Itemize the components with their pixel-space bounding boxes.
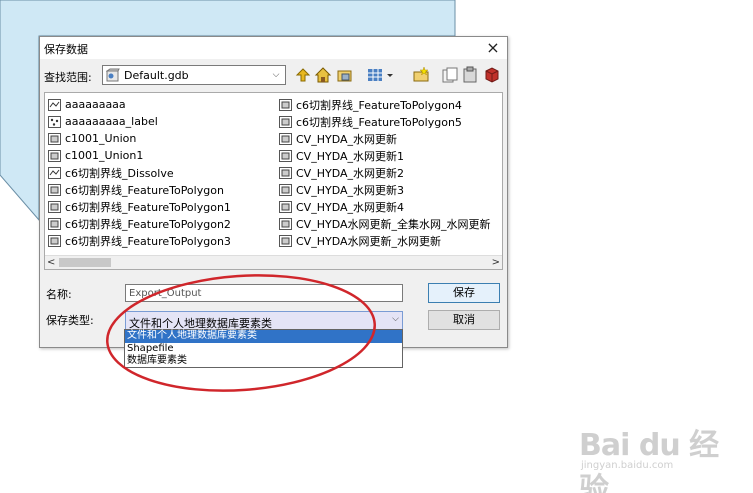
file-name: c6切割界线_FeatureToPolygon5 bbox=[296, 115, 462, 129]
file-column-1: aaaaaaaaa aaaaaaaaa_label c1001_Union c1… bbox=[48, 96, 231, 249]
dropdown-option[interactable]: 文件和个人地理数据库要素类 bbox=[125, 330, 402, 343]
polygon-feature-icon bbox=[279, 234, 292, 247]
baidu-watermark: Bai du 经验 jingyan.baidu.com bbox=[577, 420, 727, 493]
file-name: aaaaaaaaa_label bbox=[65, 115, 158, 128]
chevron-down-icon[interactable]: ⌵ bbox=[392, 314, 399, 324]
geodatabase-icon bbox=[106, 68, 120, 82]
dropdown-option[interactable]: Shapefile bbox=[125, 343, 402, 356]
file-name: c1001_Union bbox=[65, 132, 137, 145]
polygon-feature-icon bbox=[279, 115, 292, 128]
list-item[interactable]: CV_HYDA_水网更新3 bbox=[279, 181, 491, 198]
file-name: c1001_Union1 bbox=[65, 149, 144, 162]
polygon-feature-icon bbox=[279, 183, 292, 196]
file-name: CV_HYDA_水网更新4 bbox=[296, 200, 404, 214]
polygon-feature-icon bbox=[279, 98, 292, 111]
list-item[interactable]: c6切割界线_FeatureToPolygon5 bbox=[279, 113, 491, 130]
list-item[interactable]: c1001_Union1 bbox=[48, 147, 231, 164]
save-type-label: 保存类型: bbox=[46, 314, 94, 327]
scrollbar-thumb[interactable] bbox=[59, 258, 111, 267]
polygon-feature-icon bbox=[48, 132, 61, 145]
file-column-2: c6切割界线_FeatureToPolygon4 c6切割界线_FeatureT… bbox=[279, 96, 491, 249]
polygon-feature-icon bbox=[48, 217, 61, 230]
list-item[interactable]: CV_HYDA_水网更新1 bbox=[279, 147, 491, 164]
delete-icon[interactable] bbox=[483, 66, 501, 84]
file-name: c6切割界线_Dissolve bbox=[65, 166, 174, 180]
connect-folder-icon[interactable] bbox=[336, 66, 354, 84]
list-item[interactable]: aaaaaaaaa bbox=[48, 96, 231, 113]
list-item[interactable]: c6切割界线_FeatureToPolygon2 bbox=[48, 215, 231, 232]
dialog-title: 保存数据 bbox=[44, 43, 88, 56]
polygon-feature-icon bbox=[279, 132, 292, 145]
polygon-feature-icon bbox=[279, 166, 292, 179]
home-icon[interactable] bbox=[314, 66, 332, 84]
save-data-dialog: 保存数据 × 查找范围: Default.gdb ⌵ aaaaaaaaa aaa… bbox=[39, 36, 508, 348]
polygon-feature-icon bbox=[279, 217, 292, 230]
line-feature-icon bbox=[48, 98, 61, 111]
file-name: CV_HYDA_水网更新 bbox=[296, 132, 397, 146]
list-item[interactable]: c6切割界线_FeatureToPolygon4 bbox=[279, 96, 491, 113]
copy-icon[interactable] bbox=[441, 66, 459, 84]
look-in-value: Default.gdb bbox=[124, 69, 189, 82]
save-type-select[interactable]: 文件和个人地理数据库要素类 ⌵ bbox=[125, 311, 403, 330]
list-item[interactable]: CV_HYDA_水网更新 bbox=[279, 130, 491, 147]
file-name: c6切割界线_FeatureToPolygon bbox=[65, 183, 224, 197]
polygon-feature-icon bbox=[279, 149, 292, 162]
list-item[interactable]: c6切割界线_FeatureToPolygon3 bbox=[48, 232, 231, 249]
close-button[interactable]: × bbox=[483, 38, 503, 58]
list-item[interactable]: CV_HYDA水网更新_全集水网_水网更新 bbox=[279, 215, 491, 232]
name-label: 名称: bbox=[46, 288, 72, 301]
list-item[interactable]: aaaaaaaaa_label bbox=[48, 113, 231, 130]
file-name: CV_HYDA_水网更新2 bbox=[296, 166, 404, 180]
look-in-combo[interactable]: Default.gdb ⌵ bbox=[102, 65, 286, 85]
point-feature-icon bbox=[48, 115, 61, 128]
file-name: c6切割界线_FeatureToPolygon4 bbox=[296, 98, 462, 112]
dialog-titlebar: 保存数据 × bbox=[40, 37, 507, 59]
polygon-feature-icon bbox=[48, 200, 61, 213]
view-grid-icon[interactable] bbox=[366, 66, 384, 84]
horizontal-scrollbar[interactable]: < > bbox=[45, 255, 502, 269]
save-button[interactable]: 保存 bbox=[428, 283, 500, 303]
view-dropdown-icon[interactable] bbox=[385, 66, 395, 84]
line-feature-icon bbox=[48, 166, 61, 179]
scroll-left-button[interactable]: < bbox=[47, 257, 55, 268]
scroll-right-button[interactable]: > bbox=[492, 257, 500, 268]
watermark-url: jingyan.baidu.com bbox=[581, 460, 674, 471]
file-name: c6切割界线_FeatureToPolygon1 bbox=[65, 200, 231, 214]
list-item[interactable]: CV_HYDA_水网更新2 bbox=[279, 164, 491, 181]
file-name: CV_HYDA水网更新_水网更新 bbox=[296, 234, 441, 248]
chevron-down-icon[interactable]: ⌵ bbox=[269, 68, 283, 82]
polygon-feature-icon bbox=[48, 183, 61, 196]
list-item[interactable]: CV_HYDA水网更新_水网更新 bbox=[279, 232, 491, 249]
file-name: CV_HYDA_水网更新3 bbox=[296, 183, 404, 197]
watermark-logo-text: Bai du 经验 bbox=[579, 428, 719, 493]
list-item[interactable]: c1001_Union bbox=[48, 130, 231, 147]
file-list[interactable]: aaaaaaaaa aaaaaaaaa_label c1001_Union c1… bbox=[44, 92, 503, 270]
dropdown-option[interactable]: 数据库要素类 bbox=[125, 355, 402, 368]
polygon-feature-icon bbox=[48, 234, 61, 247]
list-item[interactable]: CV_HYDA_水网更新4 bbox=[279, 198, 491, 215]
file-name: c6切割界线_FeatureToPolygon3 bbox=[65, 234, 231, 248]
look-in-label: 查找范围: bbox=[44, 71, 92, 84]
list-item[interactable]: c6切割界线_FeatureToPolygon bbox=[48, 181, 231, 198]
file-name: CV_HYDA水网更新_全集水网_水网更新 bbox=[296, 217, 491, 231]
file-name: aaaaaaaaa bbox=[65, 98, 126, 111]
polygon-feature-icon bbox=[48, 149, 61, 162]
list-item[interactable]: c6切割界线_Dissolve bbox=[48, 164, 231, 181]
save-type-dropdown-list: 文件和个人地理数据库要素类 Shapefile 数据库要素类 bbox=[124, 329, 403, 368]
file-name: c6切割界线_FeatureToPolygon2 bbox=[65, 217, 231, 231]
cancel-button[interactable]: 取消 bbox=[428, 310, 500, 330]
name-input[interactable] bbox=[125, 284, 403, 302]
list-item[interactable]: c6切割界线_FeatureToPolygon1 bbox=[48, 198, 231, 215]
polygon-feature-icon bbox=[279, 200, 292, 213]
up-one-level-icon[interactable] bbox=[294, 66, 312, 84]
paste-icon[interactable] bbox=[461, 66, 479, 84]
new-folder-icon[interactable] bbox=[412, 66, 430, 84]
file-name: CV_HYDA_水网更新1 bbox=[296, 149, 404, 163]
